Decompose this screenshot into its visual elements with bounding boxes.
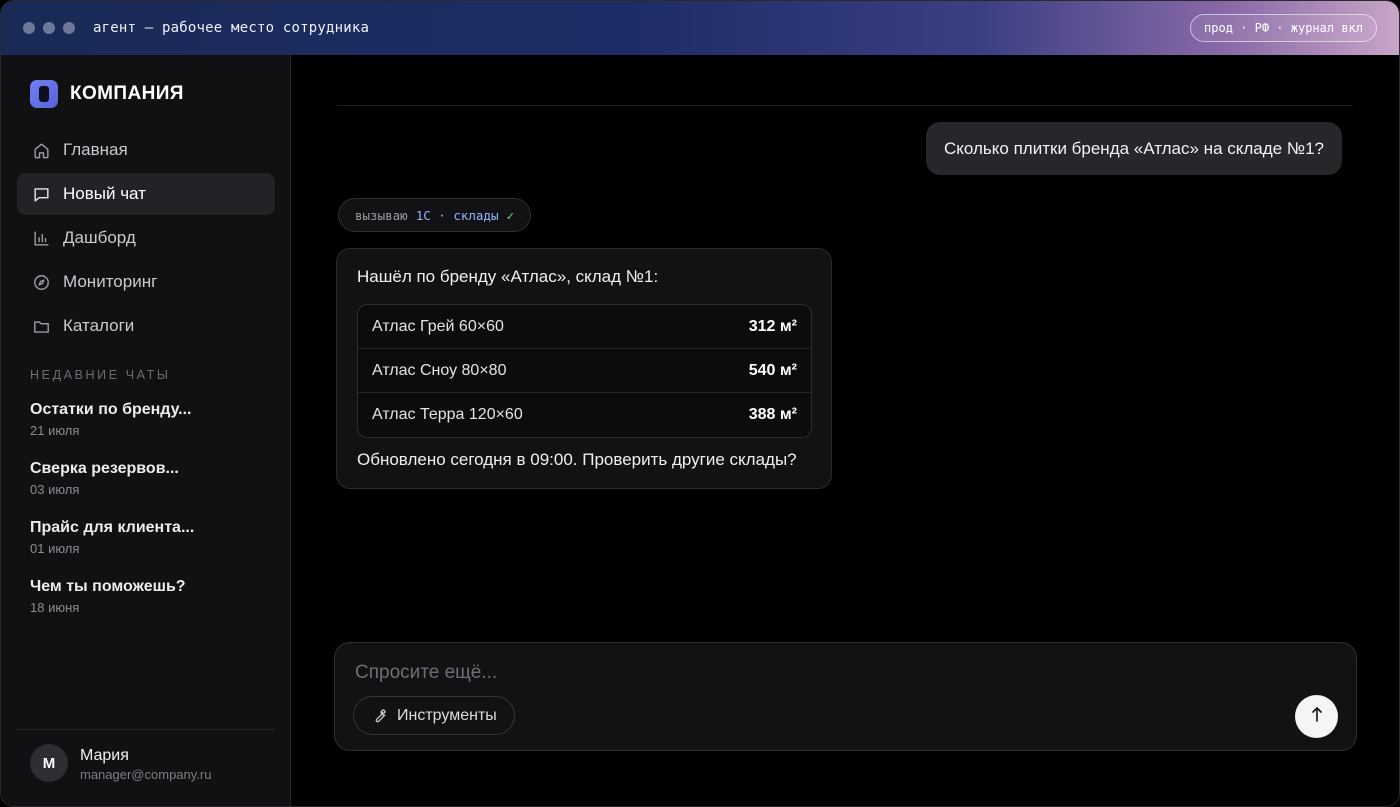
check-icon: ✓ (506, 207, 515, 223)
recent-chats-heading: НЕДАВНИЕ ЧАТЫ (30, 368, 171, 382)
brand[interactable]: КОМПАНИЯ (30, 80, 184, 108)
nav-item-label: Мониторинг (63, 272, 158, 291)
nav-item-monitoring[interactable]: Мониторинг (17, 261, 275, 303)
tools-button[interactable]: Инструменты (353, 696, 515, 735)
nav-item-label: Новый чат (63, 184, 146, 203)
product-name: Атлас Сноу 80×80 (372, 361, 507, 379)
title-bar: агент — рабочее место сотрудника прод · … (1, 1, 1399, 55)
avatar: М (30, 744, 68, 782)
assistant-message: Нашёл по бренду «Атлас», склад №1: Атлас… (336, 248, 832, 489)
recent-chat-date: 01 июля (30, 541, 80, 556)
recent-chat-title: Остатки по бренду... (30, 401, 192, 418)
arrow-up-icon (1309, 705, 1325, 728)
user-message: Сколько плитки бренда «Атлас» на складе … (926, 122, 1342, 175)
home-icon (31, 140, 51, 160)
send-button[interactable] (1295, 695, 1338, 738)
tool-call-verb: вызываю (355, 207, 408, 223)
main-nav: Главная Новый чат Дашборд Мониторинг Кат… (17, 129, 275, 349)
recent-chat-date: 18 июня (30, 600, 80, 615)
close-window-button[interactable] (23, 22, 35, 34)
brand-name: КОМПАНИЯ (70, 83, 184, 104)
table-row: Атлас Сноу 80×80 540 м² (358, 349, 811, 393)
brand-logo-icon (30, 80, 58, 108)
nav-item-home[interactable]: Главная (17, 129, 275, 171)
recent-chat-item[interactable]: Сверка резервов... 03 июля (30, 460, 270, 519)
nav-item-label: Дашборд (63, 228, 136, 247)
product-quantity: 540 м² (748, 361, 797, 379)
message-composer: Инструменты (334, 642, 1357, 751)
window-controls (23, 22, 75, 34)
answer-outro: Обновлено сегодня в 09:00. Проверить дру… (357, 450, 797, 469)
recent-chat-title: Чем ты поможешь? (30, 578, 186, 595)
stock-table: Атлас Грей 60×60 312 м² Атлас Сноу 80×80… (357, 304, 812, 438)
recent-chat-item[interactable]: Прайс для клиента... 01 июля (30, 519, 270, 578)
table-row: Атлас Терра 120×60 388 м² (358, 393, 811, 437)
nav-item-new-chat[interactable]: Новый чат (17, 173, 275, 215)
nav-item-catalogs[interactable]: Каталоги (17, 305, 275, 347)
sidebar: КОМПАНИЯ Главная Новый чат Дашборд Монит… (1, 55, 291, 806)
nav-item-label: Каталоги (63, 316, 135, 335)
maximize-window-button[interactable] (63, 22, 75, 34)
recent-chat-title: Прайс для клиента... (30, 519, 195, 536)
nav-item-dashboard[interactable]: Дашборд (17, 217, 275, 259)
product-name: Атлас Грей 60×60 (372, 317, 504, 335)
product-quantity: 312 м² (748, 317, 797, 335)
user-profile[interactable]: М Мария manager@company.ru (17, 729, 275, 806)
tool-call-target: 1С · склады (415, 207, 499, 223)
minimize-window-button[interactable] (43, 22, 55, 34)
recent-chat-date: 03 июля (30, 482, 80, 497)
compass-icon (31, 272, 51, 292)
wrench-icon (371, 707, 389, 725)
chat-area: Сколько плитки бренда «Атлас» на складе … (291, 55, 1399, 806)
recent-chat-item[interactable]: Чем ты поможешь? 18 июня (30, 578, 270, 637)
user-email: manager@company.ru (80, 767, 212, 782)
tools-button-label: Инструменты (397, 706, 497, 724)
table-row: Атлас Грей 60×60 312 м² (358, 305, 811, 349)
tool-call-chip[interactable]: вызываю 1С · склады ✓ (338, 198, 532, 232)
recent-chat-item[interactable]: Остатки по бренду... 21 июля (30, 401, 270, 460)
app-window: агент — рабочее место сотрудника прод · … (0, 0, 1400, 807)
folder-icon (31, 316, 51, 336)
nav-item-label: Главная (63, 140, 128, 159)
divider (337, 105, 1353, 106)
chat-icon (31, 184, 51, 204)
environment-badge: прод · РФ · журнал вкл (1190, 14, 1377, 42)
recent-chats-list: Остатки по бренду... 21 июля Сверка резе… (30, 401, 270, 637)
message-input[interactable] (355, 660, 1255, 686)
product-name: Атлас Терра 120×60 (372, 406, 523, 423)
bar-chart-icon (31, 228, 51, 248)
recent-chat-date: 21 июля (30, 423, 80, 438)
answer-intro: Нашёл по бренду «Атлас», склад №1: (357, 267, 659, 286)
product-quantity: 388 м² (748, 406, 797, 423)
recent-chat-title: Сверка резервов... (30, 460, 179, 477)
window-title: агент — рабочее место сотрудника (93, 20, 370, 36)
user-name: Мария (80, 747, 129, 764)
